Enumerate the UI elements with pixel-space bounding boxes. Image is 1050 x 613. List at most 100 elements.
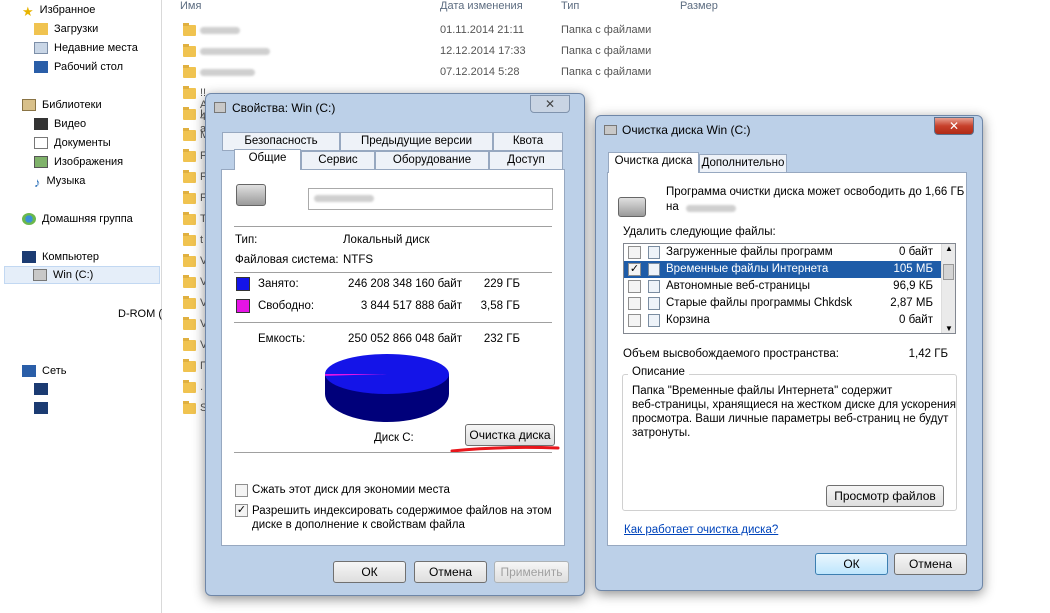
nav-recent[interactable]: Недавние места: [34, 39, 138, 57]
file-row[interactable]: F: [180, 168, 207, 189]
nav-music[interactable]: ♪ Музыка: [34, 172, 85, 190]
computer-icon: [22, 251, 36, 263]
item-checkbox[interactable]: [628, 246, 641, 259]
file-row[interactable]: S: [180, 399, 207, 420]
cleanup-title-bar[interactable]: Очистка диска Win (C:): [596, 116, 982, 144]
scroll-down-icon[interactable]: ▼: [945, 324, 953, 333]
item-checkbox[interactable]: [628, 297, 641, 310]
file-row[interactable]: V: [180, 336, 207, 357]
cancel-button[interactable]: Отмена: [894, 553, 967, 575]
how-it-works-link[interactable]: Как работает очистка диска?: [624, 524, 778, 536]
nav-video[interactable]: Видео: [34, 115, 86, 133]
navigation-pane: ★ Избранное Загрузки Недавние места Рабоч…: [0, 0, 162, 613]
column-size[interactable]: Размер: [680, 0, 718, 12]
nav-homegroup[interactable]: Домашняя группа: [22, 210, 133, 228]
used-color-swatch: [236, 277, 250, 291]
nav-computer[interactable]: Компьютер: [22, 248, 99, 266]
nav-downloads[interactable]: Загрузки: [34, 20, 98, 38]
item-name: Загруженные файлы программ: [666, 246, 833, 258]
drive-icon: [236, 184, 266, 206]
tab-previous-versions[interactable]: Предыдущие версии: [340, 132, 493, 151]
file-row[interactable]: П: [180, 357, 208, 378]
folder-icon: [183, 191, 196, 204]
ok-button[interactable]: ОК: [815, 553, 888, 575]
file-row[interactable]: .: [180, 378, 205, 399]
cleanup-intro-line1: Программа очистки диска может освободить…: [666, 186, 965, 198]
folder-icon: [183, 212, 196, 225]
nav-network-pc-1[interactable]: [34, 380, 54, 398]
file-row[interactable]: V: [180, 252, 207, 273]
close-button[interactable]: ✕: [934, 117, 974, 135]
blurred-name: [200, 27, 240, 34]
tab-general[interactable]: Общие: [234, 149, 301, 170]
cleanup-list-item[interactable]: Старые файлы программы Chkdsk 2,87 МБ: [624, 295, 941, 312]
item-size: 105 МБ: [893, 263, 933, 275]
nav-images[interactable]: Изображения: [34, 153, 123, 171]
file-row[interactable]: 01.11.2014 21:11 Папка с файлами: [180, 21, 740, 42]
nav-network-pc-2[interactable]: [34, 399, 54, 417]
item-checkbox[interactable]: [628, 314, 641, 327]
apply-button[interactable]: Применить: [494, 561, 569, 583]
close-button[interactable]: ✕: [530, 95, 570, 113]
divider: [234, 322, 552, 323]
scroll-up-icon[interactable]: ▲: [945, 244, 953, 253]
column-name[interactable]: Имя: [180, 0, 201, 12]
scroll-thumb[interactable]: [943, 264, 954, 280]
documents-icon: [34, 137, 48, 149]
properties-title-bar[interactable]: Свойства: Win (C:): [206, 94, 584, 122]
nav-documents[interactable]: Документы: [34, 134, 111, 152]
tab-hardware[interactable]: Оборудование: [375, 151, 489, 170]
compress-checkbox[interactable]: [235, 484, 248, 497]
file-row[interactable]: V: [180, 315, 207, 336]
file-row[interactable]: M: [180, 126, 209, 147]
drive-icon: [33, 269, 47, 281]
folder-icon: [183, 317, 196, 330]
file-row[interactable]: t: [180, 231, 205, 252]
files-to-delete-list[interactable]: ▲ ▼ Загруженные файлы программ 0 байт ✓ Вре…: [623, 243, 956, 334]
tab-access[interactable]: Доступ: [489, 151, 563, 170]
file-row[interactable]: 12.12.2014 17:33 Папка с файлами: [180, 42, 740, 63]
properties-title: Свойства: Win (C:): [232, 101, 336, 115]
filesystem-label: Файловая система:: [235, 254, 339, 266]
ok-button[interactable]: ОК: [333, 561, 406, 583]
music-icon: ♪: [34, 175, 41, 190]
tab-more-options[interactable]: Дополнительно: [699, 154, 787, 173]
close-icon: ✕: [544, 97, 556, 111]
scrollbar[interactable]: ▲ ▼: [941, 244, 955, 333]
cleanup-list-item[interactable]: Корзина 0 байт: [624, 312, 941, 329]
tab-quota[interactable]: Квота: [493, 132, 563, 151]
index-checkbox[interactable]: ✓: [235, 504, 248, 517]
capacity-bytes: 250 052 866 048 байт: [348, 333, 462, 345]
column-type[interactable]: Тип: [561, 0, 579, 12]
tab-service[interactable]: Сервис: [301, 151, 375, 170]
file-row[interactable]: !! All 4 all: [180, 84, 212, 135]
cleanup-list-item[interactable]: Загруженные файлы программ 0 байт: [624, 244, 941, 261]
nav-cdrom[interactable]: D-ROM (: [118, 305, 162, 323]
star-icon: ★: [22, 4, 34, 19]
file-row[interactable]: I: [180, 105, 205, 126]
item-checkbox[interactable]: [628, 280, 641, 293]
folder-icon: [183, 149, 196, 162]
cleanup-list-item[interactable]: Автономные веб-страницы 96,9 КБ: [624, 278, 941, 295]
cancel-button[interactable]: Отмена: [414, 561, 487, 583]
item-size: 2,87 МБ: [890, 297, 933, 309]
file-row[interactable]: V: [180, 294, 207, 315]
nav-libraries[interactable]: Библиотеки: [22, 96, 102, 114]
file-row[interactable]: F: [180, 189, 207, 210]
disk-label: Диск C:: [374, 432, 414, 444]
item-checkbox[interactable]: ✓: [628, 263, 641, 276]
file-row[interactable]: 07.12.2014 5:28 Папка с файлами: [180, 63, 740, 84]
view-files-button[interactable]: Просмотр файлов: [826, 485, 944, 507]
file-name-fragment: t: [200, 234, 204, 246]
file-row[interactable]: T: [180, 210, 207, 231]
nav-drive-c[interactable]: Win (C:): [4, 266, 160, 284]
file-row[interactable]: V: [180, 273, 207, 294]
cleanup-list-item[interactable]: ✓ Временные файлы Интернета 105 МБ: [624, 261, 941, 278]
nav-desktop[interactable]: Рабочий стол: [34, 58, 123, 76]
nav-favorites[interactable]: ★ Избранное: [22, 1, 95, 19]
file-row[interactable]: F: [180, 147, 207, 168]
tab-disk-cleanup[interactable]: Очистка диска: [608, 152, 699, 173]
divider: [234, 272, 552, 273]
column-date[interactable]: Дата изменения: [440, 0, 523, 12]
nav-network[interactable]: Сеть: [22, 362, 66, 380]
